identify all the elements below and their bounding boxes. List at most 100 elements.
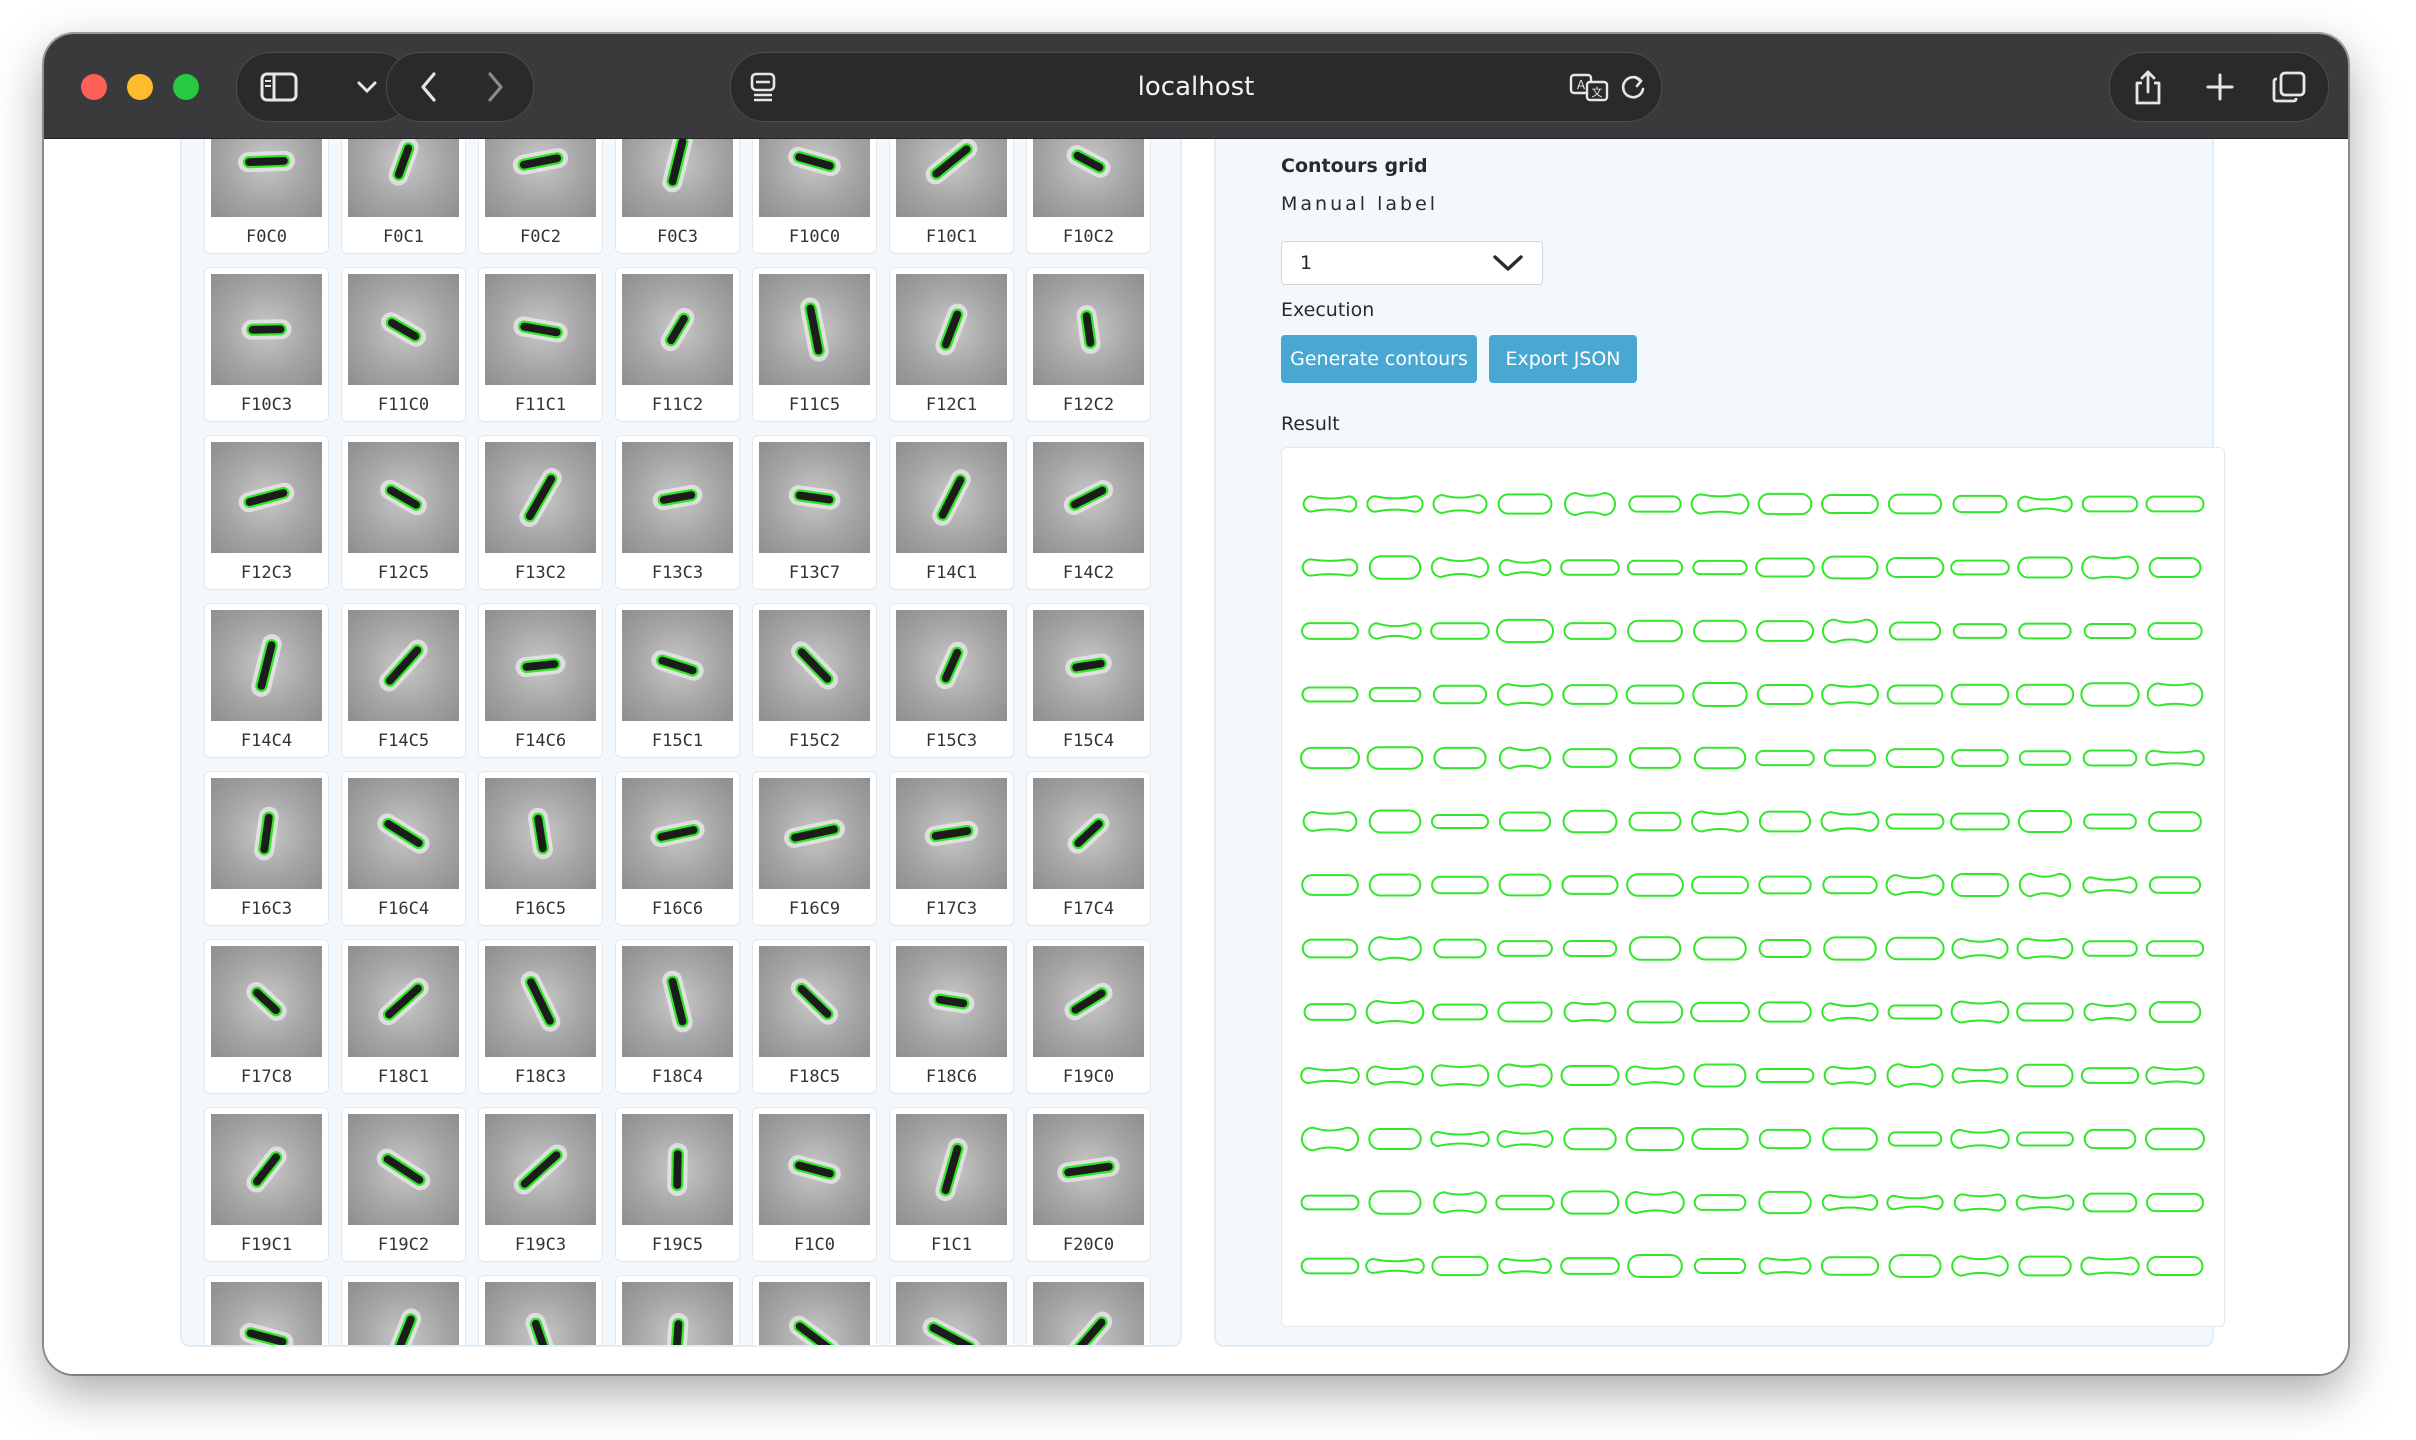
thumbnail-cell[interactable]	[204, 1275, 329, 1345]
thumbnail-cell[interactable]: F19C5	[615, 1107, 740, 1262]
thumbnail-label: F10C0	[788, 227, 841, 247]
manual-label-select[interactable]: 1	[1281, 241, 1543, 285]
thumbnail-cell[interactable]: F0C0	[204, 139, 329, 254]
thumbnail-cell[interactable]: F10C0	[752, 139, 877, 254]
execution-label: Execution	[1281, 299, 1375, 321]
thumbnail-cell[interactable]: F1C0	[752, 1107, 877, 1262]
thumbnail-cell[interactable]: F13C7	[752, 435, 877, 590]
thumbnail-cell[interactable]: F11C5	[752, 267, 877, 422]
thumbnail-cell[interactable]: F19C1	[204, 1107, 329, 1262]
thumbnail-cell[interactable]	[341, 1275, 466, 1345]
thumbnail-cell[interactable]: F10C2	[1026, 139, 1151, 254]
generate-contours-button[interactable]: Generate contours	[1281, 335, 1477, 383]
thumbnail-cell[interactable]: F0C3	[615, 139, 740, 254]
thumbnail-cell[interactable]: F19C2	[341, 1107, 466, 1262]
address-bar[interactable]: localhost A文	[730, 52, 1662, 122]
thumbnail-cell[interactable]: F16C3	[204, 771, 329, 926]
thumbnail-cell[interactable]: F16C9	[752, 771, 877, 926]
thumbnail-cell[interactable]: F15C1	[615, 603, 740, 758]
thumbnail-cell[interactable]: F12C5	[341, 435, 466, 590]
thumbnail-cell[interactable]: F18C6	[889, 939, 1014, 1094]
thumbnail-cell[interactable]: F15C3	[889, 603, 1014, 758]
contour-outline	[1365, 1000, 1425, 1024]
thumbnail-cell[interactable]: F16C4	[341, 771, 466, 926]
close-window-button[interactable]	[81, 74, 107, 100]
thumbnail-cell[interactable]: F0C1	[341, 139, 466, 254]
thumbnail-cell[interactable]: F14C1	[889, 435, 1014, 590]
thumbnail-cell[interactable]: F18C1	[341, 939, 466, 1094]
thumbnail-label: F15C3	[925, 731, 978, 751]
thumbnail-cell[interactable]	[1026, 1275, 1151, 1345]
thumbnail-cell[interactable]: F19C3	[478, 1107, 603, 1262]
sidebar-icon[interactable]	[259, 69, 299, 105]
thumbnail-label: F19C2	[377, 1235, 430, 1255]
translate-icon[interactable]: A文	[1569, 69, 1609, 105]
thumbnail-cell[interactable]: F19C0	[1026, 939, 1151, 1094]
thumbnail-cell[interactable]: F15C2	[752, 603, 877, 758]
contour-outline	[2149, 876, 2201, 894]
thumbnail-cell[interactable]: F14C2	[1026, 435, 1151, 590]
thumbnail-cell[interactable]	[615, 1275, 740, 1345]
thumbnail-label: F19C1	[240, 1235, 293, 1255]
thumbnail-label: F0C3	[657, 227, 698, 247]
export-json-button[interactable]: Export JSON	[1489, 335, 1637, 383]
thumbnail-cell[interactable]: F17C3	[889, 771, 1014, 926]
thumbnail-cell[interactable]: F18C4	[615, 939, 740, 1094]
new-tab-icon[interactable]	[2200, 67, 2240, 107]
thumbnail-cell[interactable]: F14C4	[204, 603, 329, 758]
contour-outline	[1496, 1130, 1554, 1148]
thumbnail-cell[interactable]: F20C0	[1026, 1107, 1151, 1262]
contour-outline	[1301, 1126, 1359, 1152]
contour-outline	[2145, 749, 2205, 767]
thumbnail-label: F14C5	[377, 731, 430, 751]
forward-icon[interactable]	[475, 67, 515, 107]
tabs-icon[interactable]	[2268, 67, 2310, 107]
thumbnail-cell[interactable]: F13C3	[615, 435, 740, 590]
thumbnail-cell[interactable]: F14C6	[478, 603, 603, 758]
thumbnail-cell[interactable]: F16C6	[615, 771, 740, 926]
chevron-down-icon[interactable]	[347, 71, 387, 103]
thumbnail-cell[interactable]: F12C1	[889, 267, 1014, 422]
thumbnail-cell[interactable]: F10C1	[889, 139, 1014, 254]
reload-icon[interactable]	[1615, 69, 1651, 105]
thumbnail-cell[interactable]: F13C2	[478, 435, 603, 590]
thumbnail-cell[interactable]: F17C8	[204, 939, 329, 1094]
thumbnail-cell[interactable]: F11C0	[341, 267, 466, 422]
thumbnail-cell[interactable]: F17C4	[1026, 771, 1151, 926]
thumbnail-cell[interactable]: F18C5	[752, 939, 877, 1094]
zoom-window-button[interactable]	[173, 74, 199, 100]
thumbnail-cell[interactable]: F15C4	[1026, 603, 1151, 758]
share-icon[interactable]	[2128, 65, 2168, 109]
thumbnail-cell[interactable]: F0C2	[478, 139, 603, 254]
thumbnail-cell[interactable]: F1C1	[889, 1107, 1014, 1262]
thumbnail-cell[interactable]: F12C3	[204, 435, 329, 590]
thumbnail-cell[interactable]: F18C3	[478, 939, 603, 1094]
thumbnail-cell[interactable]: F11C1	[478, 267, 603, 422]
thumbnail-cell[interactable]: F12C2	[1026, 267, 1151, 422]
contour-outline	[1693, 936, 1747, 961]
contour-outline	[1498, 873, 1552, 897]
thumbnail-cell[interactable]: F16C5	[478, 771, 603, 926]
contour-outline	[2018, 1255, 2072, 1277]
contour-outline	[1628, 495, 1682, 513]
svg-text:A: A	[1577, 78, 1586, 92]
minimize-window-button[interactable]	[127, 74, 153, 100]
thumbnail-cell[interactable]: F14C5	[341, 603, 466, 758]
thumbnail-cell[interactable]	[889, 1275, 1014, 1345]
contour-outline	[2083, 1002, 2137, 1022]
contour-outline	[1560, 1190, 1620, 1215]
thumbnail-label: F16C5	[514, 899, 567, 919]
thumbnail-label: F11C0	[377, 395, 430, 415]
cell-image	[896, 946, 1007, 1057]
thumbnail-cell[interactable]: F10C3	[204, 267, 329, 422]
thumbnail-cell[interactable]: F11C2	[615, 267, 740, 422]
contour-outline	[1433, 938, 1487, 959]
thumbnail-cell[interactable]	[752, 1275, 877, 1345]
contour-outline	[1757, 492, 1813, 516]
back-icon[interactable]	[409, 67, 449, 107]
contour-outline	[2081, 495, 2139, 513]
contour-outline	[2018, 810, 2072, 833]
thumbnail-panel[interactable]: F0C0 F0C1 F0C2 F0C3 F10C0 F10C1 F10C2 F10C3 F11C…	[180, 139, 1182, 1347]
contour-outline	[1560, 559, 1620, 576]
thumbnail-cell[interactable]	[478, 1275, 603, 1345]
